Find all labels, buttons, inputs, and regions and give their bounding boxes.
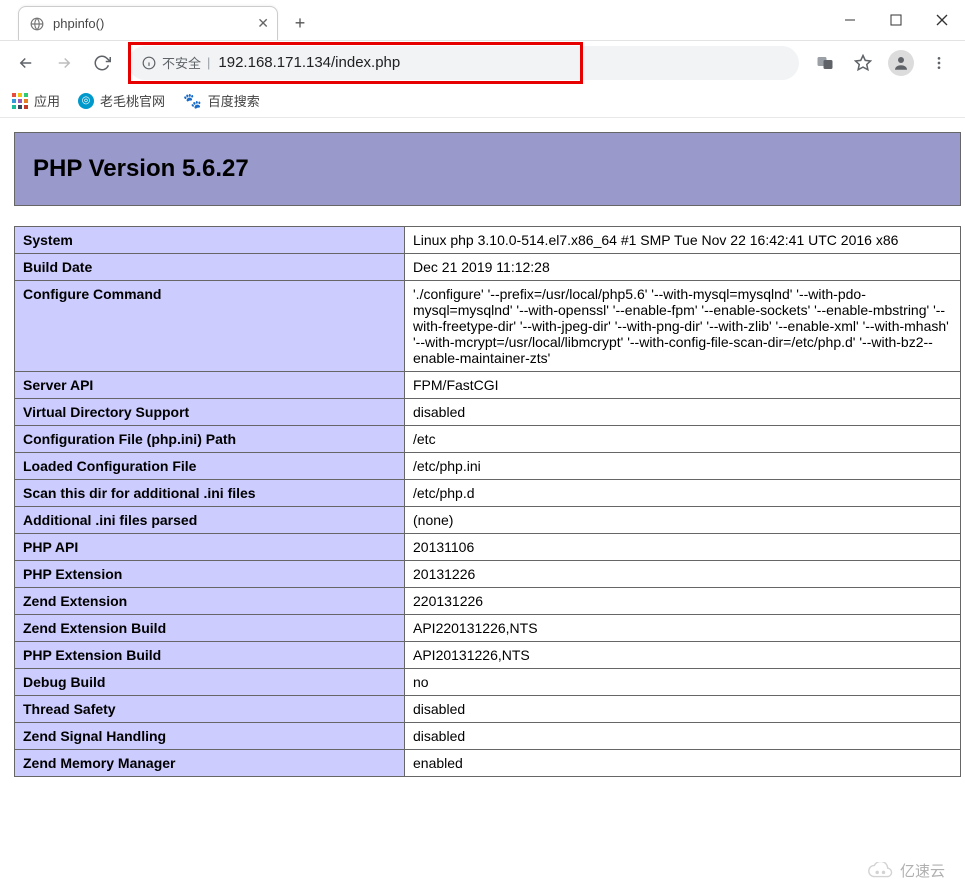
bookmark-star-button[interactable] — [845, 45, 881, 81]
info-key: Virtual Directory Support — [15, 399, 405, 426]
info-key: Server API — [15, 372, 405, 399]
baidu-icon: 🐾 — [183, 92, 202, 110]
window-controls — [827, 0, 965, 40]
info-key: Zend Extension Build — [15, 615, 405, 642]
cloud-icon — [866, 862, 894, 880]
translate-button[interactable] — [807, 45, 843, 81]
table-row: Debug Buildno — [15, 669, 961, 696]
info-icon — [142, 56, 156, 70]
watermark-text: 亿速云 — [900, 860, 945, 881]
info-key: Zend Memory Manager — [15, 750, 405, 777]
table-row: PHP Extension BuildAPI20131226,NTS — [15, 642, 961, 669]
info-value: Linux php 3.10.0-514.el7.x86_64 #1 SMP T… — [405, 227, 961, 254]
table-row: PHP API20131106 — [15, 534, 961, 561]
profile-button[interactable] — [883, 45, 919, 81]
info-value: API220131226,NTS — [405, 615, 961, 642]
table-row: PHP Extension20131226 — [15, 561, 961, 588]
info-key: Zend Signal Handling — [15, 723, 405, 750]
table-row: Server APIFPM/FastCGI — [15, 372, 961, 399]
info-key: PHP API — [15, 534, 405, 561]
url-text: 192.168.171.134/index.php — [218, 54, 400, 71]
tab-strip: phpinfo() ✕ + — [0, 0, 965, 40]
info-value: disabled — [405, 696, 961, 723]
reload-button[interactable] — [84, 45, 120, 81]
info-value: 220131226 — [405, 588, 961, 615]
table-row: Virtual Directory Supportdisabled — [15, 399, 961, 426]
apps-label: 应用 — [34, 91, 60, 110]
info-value: /etc/php.ini — [405, 453, 961, 480]
info-value: API20131226,NTS — [405, 642, 961, 669]
info-key: System — [15, 227, 405, 254]
info-value: /etc — [405, 426, 961, 453]
bookmark-item-2[interactable]: 🐾 百度搜索 — [183, 91, 260, 110]
info-value: disabled — [405, 399, 961, 426]
phpinfo-table: SystemLinux php 3.10.0-514.el7.x86_64 #1… — [14, 226, 961, 777]
bookmark-item-1[interactable]: ◎ 老毛桃官网 — [78, 91, 165, 110]
php-version-title: PHP Version 5.6.27 — [33, 155, 942, 183]
menu-button[interactable] — [921, 45, 957, 81]
php-version-header: PHP Version 5.6.27 — [14, 132, 961, 206]
table-row: Loaded Configuration File/etc/php.ini — [15, 453, 961, 480]
info-value: FPM/FastCGI — [405, 372, 961, 399]
info-value: 20131226 — [405, 561, 961, 588]
bookmark-favicon-1: ◎ — [78, 93, 94, 109]
table-row: Configure Command'./configure' '--prefix… — [15, 281, 961, 372]
apps-shortcut[interactable]: 应用 — [12, 91, 60, 110]
info-key: Debug Build — [15, 669, 405, 696]
forward-button[interactable] — [46, 45, 82, 81]
globe-icon — [29, 16, 45, 32]
info-value: enabled — [405, 750, 961, 777]
security-label: 不安全 — [162, 53, 201, 72]
bookmarks-bar: 应用 ◎ 老毛桃官网 🐾 百度搜索 — [0, 84, 965, 118]
watermark: 亿速云 — [860, 858, 951, 883]
close-window-button[interactable] — [919, 0, 965, 40]
info-value: './configure' '--prefix=/usr/local/php5.… — [405, 281, 961, 372]
browser-tab[interactable]: phpinfo() ✕ — [18, 6, 278, 40]
info-value: no — [405, 669, 961, 696]
table-row: Zend Signal Handlingdisabled — [15, 723, 961, 750]
info-key: PHP Extension Build — [15, 642, 405, 669]
table-row: Configuration File (php.ini) Path/etc — [15, 426, 961, 453]
bookmark-label-1: 老毛桃官网 — [100, 91, 165, 110]
info-value: /etc/php.d — [405, 480, 961, 507]
security-indicator[interactable]: 不安全 | — [142, 53, 210, 72]
bookmark-label-2: 百度搜索 — [208, 91, 260, 110]
info-key: Configuration File (php.ini) Path — [15, 426, 405, 453]
info-value: 20131106 — [405, 534, 961, 561]
apps-grid-icon — [12, 93, 28, 109]
back-button[interactable] — [8, 45, 44, 81]
table-row: Scan this dir for additional .ini files/… — [15, 480, 961, 507]
table-row: Additional .ini files parsed(none) — [15, 507, 961, 534]
close-tab-icon[interactable]: ✕ — [257, 15, 269, 32]
table-row: Thread Safetydisabled — [15, 696, 961, 723]
address-bar[interactable]: 不安全 | 192.168.171.134/index.php — [128, 46, 799, 80]
info-value: (none) — [405, 507, 961, 534]
new-tab-button[interactable]: + — [286, 9, 314, 37]
info-key: Thread Safety — [15, 696, 405, 723]
info-key: Zend Extension — [15, 588, 405, 615]
toolbar: 不安全 | 192.168.171.134/index.php — [0, 40, 965, 84]
table-row: Zend Extension220131226 — [15, 588, 961, 615]
info-value: disabled — [405, 723, 961, 750]
page-content[interactable]: PHP Version 5.6.27 SystemLinux php 3.10.… — [0, 118, 965, 891]
info-key: Additional .ini files parsed — [15, 507, 405, 534]
table-row: Zend Extension BuildAPI220131226,NTS — [15, 615, 961, 642]
table-row: SystemLinux php 3.10.0-514.el7.x86_64 #1… — [15, 227, 961, 254]
tab-title: phpinfo() — [53, 16, 104, 31]
minimize-button[interactable] — [827, 0, 873, 40]
info-key: Loaded Configuration File — [15, 453, 405, 480]
info-key: Scan this dir for additional .ini files — [15, 480, 405, 507]
info-key: Configure Command — [15, 281, 405, 372]
info-key: PHP Extension — [15, 561, 405, 588]
table-row: Build DateDec 21 2019 11:12:28 — [15, 254, 961, 281]
maximize-button[interactable] — [873, 0, 919, 40]
info-value: Dec 21 2019 11:12:28 — [405, 254, 961, 281]
table-row: Zend Memory Managerenabled — [15, 750, 961, 777]
info-key: Build Date — [15, 254, 405, 281]
